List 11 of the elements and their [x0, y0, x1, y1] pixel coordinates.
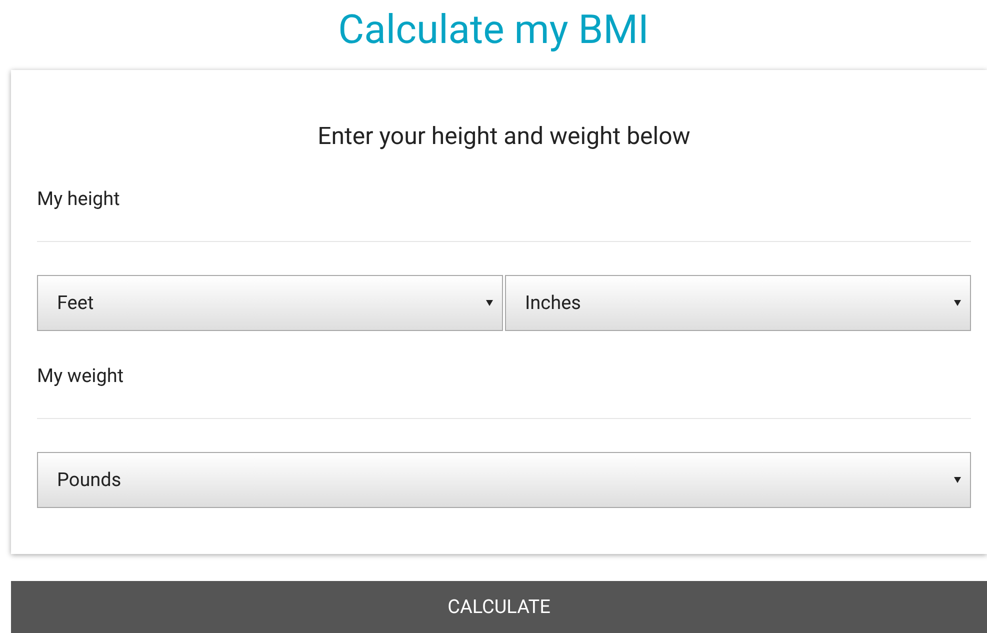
form-heading: Enter your height and weight below — [318, 121, 690, 152]
select-field[interactable]: Pounds — [37, 452, 971, 508]
field-label: My weight — [37, 364, 125, 388]
field-label: My height — [37, 187, 121, 211]
select-field[interactable]: Feet — [37, 275, 503, 331]
calculate-button[interactable]: CALCULATE — [11, 581, 987, 633]
caret-icon — [954, 300, 961, 306]
caret-icon — [954, 477, 961, 483]
page-title: Calculate my BMI — [338, 6, 649, 54]
caret-icon — [486, 300, 493, 306]
select-field[interactable]: Inches — [505, 275, 971, 331]
